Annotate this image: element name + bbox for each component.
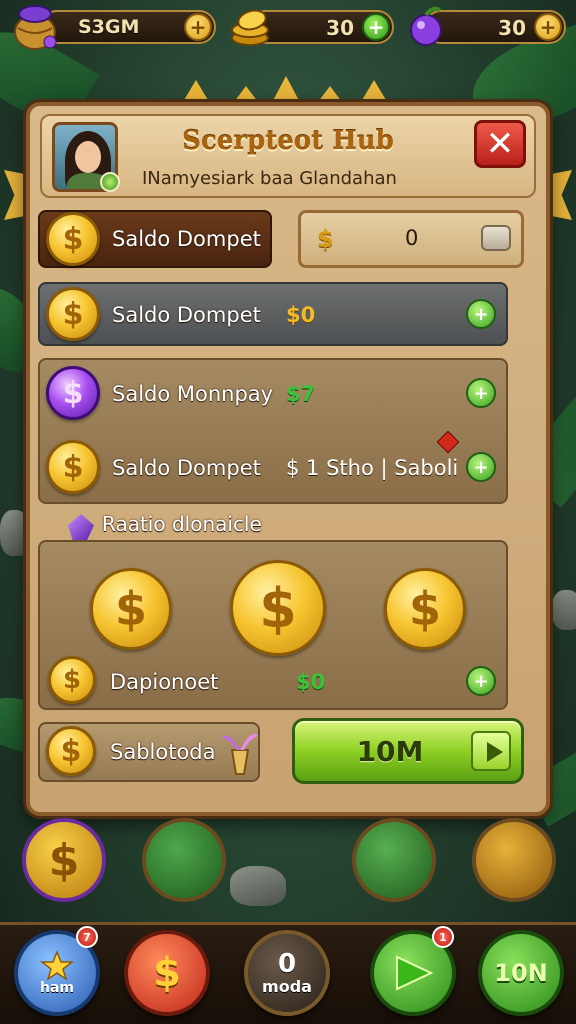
gold-coin-icon: $	[48, 656, 96, 704]
panel-subtitle: INamyesiark baa Glandahan	[142, 168, 397, 189]
wallet-row-2-label: Saldo Dompet	[112, 303, 261, 327]
nav-mode-label: moda	[262, 976, 312, 996]
nav-home-label: ham	[39, 980, 74, 996]
wallet-group: $ Saldo Monnpay $7 + $ Saldo Dompet $ 1 …	[38, 358, 508, 504]
gold-coin-icon: $	[46, 726, 96, 776]
add-fruit-button[interactable]: +	[534, 13, 562, 41]
panel-header: Scerpteot Hub INamyesiark baa Glandahan …	[40, 114, 536, 198]
wallet-row-1-value-box[interactable]: $ 0	[298, 210, 524, 268]
play-arrow-icon	[396, 955, 434, 991]
gold-coin-icon[interactable]: $	[384, 568, 466, 650]
gold-coin-icon[interactable]: $	[230, 560, 326, 656]
wallet-row-4-value: $ 1 Stho | Saboli	[286, 456, 459, 480]
purple-coin-icon: $	[46, 366, 100, 420]
gold-coin-icon: $	[46, 440, 100, 494]
nav-coin-button[interactable]: $	[124, 930, 210, 1016]
coin-row-value: $0	[296, 670, 326, 694]
nav-mode-value: 0	[277, 948, 297, 979]
purchase-button[interactable]: 10M	[292, 718, 524, 784]
gold-coin-icon: $	[46, 212, 100, 266]
star-home-icon	[40, 950, 74, 980]
wallet-row-3-label: Saldo Monnpay	[112, 382, 274, 406]
resource-gold-value: 30	[326, 16, 354, 40]
nav-10n-button[interactable]: 10N	[478, 930, 564, 1016]
wallet-row-1-label: Saldo Dompet	[112, 227, 261, 251]
wallet-row-4-add-button[interactable]: +	[466, 452, 496, 482]
resource-bar: S3GM + 30 + 30 +	[0, 0, 576, 56]
sablotoda-row[interactable]: $ Sablotoda	[38, 722, 260, 782]
wallet-row-1-toggle[interactable]	[481, 225, 511, 251]
add-gold-button[interactable]: +	[362, 13, 390, 41]
dollar-icon: $	[317, 225, 334, 253]
nav-10n-label: 10N	[494, 959, 548, 987]
plant-badge-icon[interactable]	[352, 818, 436, 902]
potion-icon	[220, 726, 260, 778]
dollar-icon: $	[153, 950, 181, 996]
leaf-badge-icon[interactable]	[142, 818, 226, 902]
hub-panel: Scerpteot Hub INamyesiark baa Glandahan …	[26, 102, 550, 816]
add-gems-button[interactable]: +	[184, 13, 212, 41]
wallet-row-4-label: Saldo Dompet	[112, 456, 261, 480]
avatar-status-icon	[100, 172, 120, 192]
lantern-badge-icon[interactable]	[472, 818, 556, 902]
purchase-button-label: 10M	[356, 735, 424, 768]
section-title: Raatio dlonaicle	[102, 512, 262, 536]
red-gem-icon	[436, 430, 460, 454]
gold-coin-icon: $	[46, 287, 100, 341]
coin-row-add-button[interactable]: +	[466, 666, 496, 696]
purple-gem-icon	[68, 514, 94, 542]
close-button[interactable]: ✕	[474, 120, 526, 168]
coin-row-label: Dapionoet	[110, 670, 219, 694]
nav-home-badge: 7	[76, 926, 98, 948]
wallet-row-2-value: $0	[286, 303, 316, 327]
coin-collection-group: $ $ $ $ Dapionoet $0 +	[38, 540, 508, 710]
wallet-row-1[interactable]: $ Saldo Dompet	[38, 210, 272, 268]
play-arrow-icon	[471, 731, 511, 771]
wallet-row-1-value: 0	[405, 226, 419, 250]
jar-gems-icon	[10, 2, 60, 52]
sablotoda-label: Sablotoda	[110, 740, 216, 764]
panel-title: Scerpteot Hub	[182, 126, 394, 156]
purple-fruit-icon	[402, 2, 452, 52]
gold-pile-icon	[226, 2, 276, 52]
wallet-row-2-add-button[interactable]: +	[466, 299, 496, 329]
resource-gems-value: S3GM	[78, 16, 140, 38]
wallet-row-3-value: $7	[286, 382, 316, 406]
nav-mode-button[interactable]: 0 moda	[244, 930, 330, 1016]
coin-badge-icon[interactable]: $	[22, 818, 106, 902]
gold-coin-icon[interactable]: $	[90, 568, 172, 650]
resource-fruit-value: 30	[498, 16, 526, 40]
resource-gems: S3GM +	[40, 10, 216, 44]
wallet-row-2[interactable]: $ Saldo Dompet $0 +	[38, 282, 508, 346]
nav-play-badge: 1	[432, 926, 454, 948]
wallet-row-3-add-button[interactable]: +	[466, 378, 496, 408]
